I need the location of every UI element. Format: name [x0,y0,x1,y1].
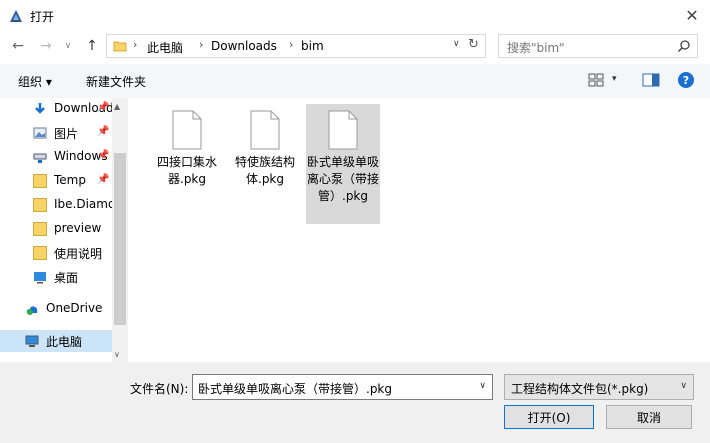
folder-icon [33,198,47,212]
scroll-up-icon[interactable]: ▲ [114,102,120,111]
pin-icon: 📌 [97,174,110,185]
sidebar-item-temp[interactable]: Temp 📌 [0,170,112,192]
file-icon [172,110,202,150]
scroll-down-icon[interactable]: ∨ [114,350,120,359]
pin-icon: 📌 [97,102,110,113]
breadcrumb-separator: › [199,38,204,51]
filename-label: 文件名(N): [130,382,189,396]
preview-pane-icon[interactable] [642,73,660,87]
navigation-pane: Downloads 📌 图片 📌 Windows 📌 Temp 📌 Ibe.Di… [0,98,128,362]
search-icon[interactable] [677,39,691,53]
desktop-icon [34,272,46,284]
back-button[interactable]: ← [8,36,28,56]
breadcrumb-separator: › [133,38,138,51]
sidebar-item-label: preview [54,221,102,235]
toolbar: 组织 ▾ 新建文件夹 ▾ ? [0,64,710,98]
file-name: 特使族结构体.pkg [234,155,295,186]
app-icon [10,10,22,22]
onedrive-icon [26,306,38,315]
sidebar-item-label: 桌面 [54,271,79,285]
window-title: 打开 [30,10,55,24]
file-type-select[interactable]: 工程结构体文件包(*.pkg) ∨ [504,374,694,400]
sidebar-item-pictures[interactable]: 图片 📌 [0,122,112,144]
close-button[interactable]: ✕ [680,4,704,26]
breadcrumb-downloads[interactable]: Downloads [211,39,277,53]
recent-locations-button[interactable]: ∨ [58,36,78,56]
sidebar-item-label: 此电脑 [46,335,83,349]
title-bar [0,0,710,32]
network-drive-icon [33,153,47,163]
folder-icon [113,41,127,52]
new-folder-button[interactable]: 新建文件夹 [86,73,146,90]
sidebar-item-this-pc[interactable]: 此电脑 [0,330,112,352]
sidebar-item-windows[interactable]: Windows 📌 [0,146,112,168]
sidebar-item-desktop[interactable]: 桌面 [0,266,112,288]
search-placeholder: 搜索"bim" [507,41,565,55]
cancel-button[interactable]: 取消 [606,405,692,429]
sidebar-item-downloads[interactable]: Downloads 📌 [0,98,112,120]
chevron-down-icon[interactable]: ∨ [479,381,486,391]
download-arrow-icon [35,103,45,114]
breadcrumb-bim[interactable]: bim [301,39,324,53]
file-item[interactable]: 特使族结构体.pkg [228,104,302,224]
scrollbar-thumb[interactable] [114,153,126,325]
file-name: 卧式单级单吸离心泵（带接管）.pkg [306,155,379,203]
file-icon [328,110,358,150]
pin-icon: 📌 [97,126,110,137]
pin-icon: 📌 [97,150,110,161]
sidebar-item-onedrive[interactable]: OneDrive [0,298,112,320]
file-name: 四接口集水器.pkg [156,155,217,186]
pictures-icon [33,127,47,139]
folder-icon [33,246,47,260]
breadcrumb-this-pc[interactable]: 此电脑 [147,39,183,56]
view-dropdown-icon[interactable]: ▾ [612,74,617,84]
up-button[interactable]: ↑ [82,36,102,56]
sidebar-item-label: OneDrive [46,301,103,315]
file-icon [250,110,280,150]
file-list: 四接口集水器.pkg 特使族结构体.pkg 卧式单级单吸离心泵（带接管）.pkg [128,98,710,362]
sidebar-item-ibe-diamond[interactable]: Ibe.Diamond [0,194,112,216]
forward-button[interactable]: → [36,36,56,56]
help-icon[interactable]: ? [678,72,694,88]
chevron-down-icon[interactable]: ∨ [680,381,687,391]
filename-value: 卧式单级单吸离心泵（带接管）.pkg [198,382,392,396]
sidebar-item-preview[interactable]: preview [0,218,112,240]
file-type-value: 工程结构体文件包(*.pkg) [511,382,649,396]
address-bar[interactable]: › 此电脑 › Downloads › bim ∨ [106,34,486,58]
folder-icon [33,222,47,236]
refresh-button[interactable]: ↻ [468,37,479,52]
file-item-selected[interactable]: 卧式单级单吸离心泵（带接管）.pkg [306,104,380,224]
file-item[interactable]: 四接口集水器.pkg [150,104,224,224]
sidebar-item-instructions[interactable]: 使用说明 [0,242,112,264]
organize-button[interactable]: 组织 ▾ [18,73,52,90]
sidebar-item-label: 使用说明 [54,247,103,261]
open-button[interactable]: 打开(O) [504,405,594,429]
filename-input[interactable]: 卧式单级单吸离心泵（带接管）.pkg ∨ [192,374,493,400]
search-input[interactable]: 搜索"bim" [498,34,698,58]
sidebar-item-label: Ibe.Diamond [54,197,112,211]
breadcrumb-separator: › [289,38,294,51]
folder-icon [33,174,47,188]
view-options-icon[interactable] [588,73,604,87]
address-dropdown-icon[interactable]: ∨ [453,39,460,49]
this-pc-icon [25,335,39,347]
